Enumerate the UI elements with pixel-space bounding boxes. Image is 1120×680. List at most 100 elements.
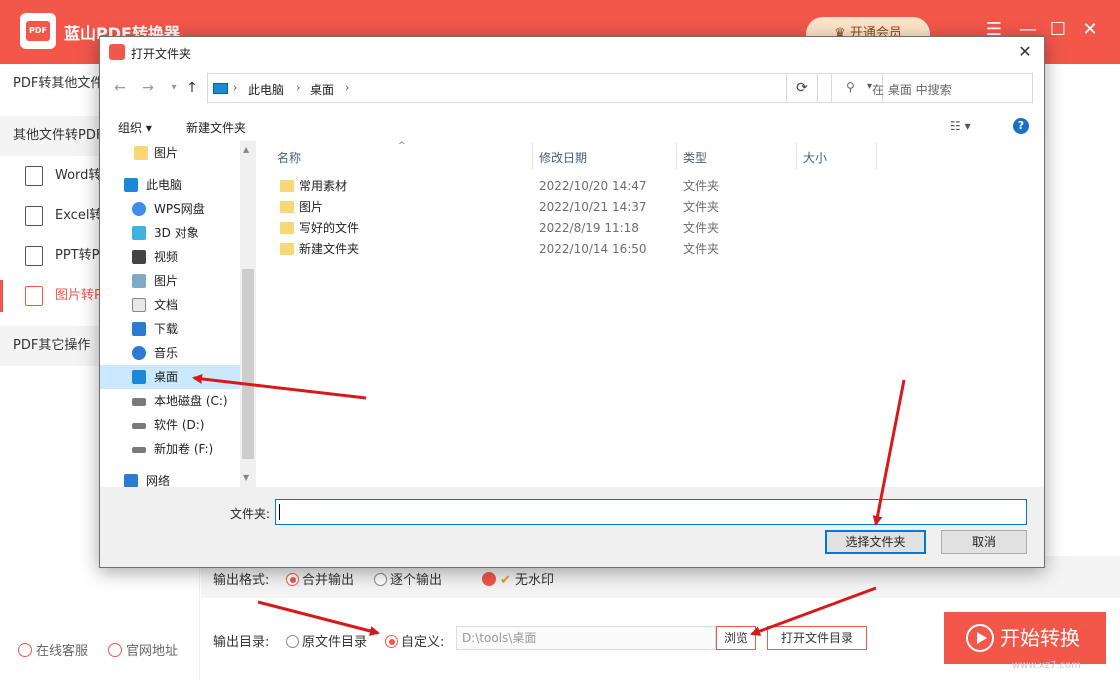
nav-item-drive-f[interactable]: 新加卷 (F:): [100, 437, 240, 461]
file-name: 新建文件夹: [299, 242, 360, 256]
download-icon: [132, 322, 146, 336]
original-dir-radio[interactable]: 原文件目录: [286, 631, 367, 650]
single-output-radio[interactable]: 逐个输出: [374, 569, 442, 588]
column-size[interactable]: 大小: [803, 149, 827, 166]
nav-item-desktop[interactable]: 桌面: [100, 365, 240, 389]
online-service-label: 在线客服: [36, 644, 89, 659]
radio-icon: [374, 573, 387, 586]
forward-arrow-icon[interactable]: →: [138, 79, 158, 97]
site-watermark: www.xz7.com: [1012, 660, 1081, 671]
online-service-link[interactable]: 在线客服: [18, 640, 88, 659]
video-icon: [132, 250, 146, 264]
scroll-down-icon[interactable]: ▼: [243, 473, 249, 482]
search-input[interactable]: ⚲ 在 桌面 中搜索: [831, 73, 1033, 103]
column-divider[interactable]: [676, 143, 677, 169]
website-label: 官网地址: [126, 644, 179, 659]
address-bar[interactable]: › 此电脑 › 桌面 › ▾: [207, 73, 883, 103]
file-name: 写好的文件: [299, 221, 360, 235]
nav-item-music[interactable]: 音乐: [100, 341, 240, 365]
column-divider[interactable]: [876, 143, 877, 169]
new-folder-button[interactable]: 新建文件夹: [186, 119, 246, 136]
select-folder-button[interactable]: 选择文件夹: [825, 530, 926, 554]
recent-dropdown-icon[interactable]: ▾: [164, 79, 184, 97]
nav-item-this-pc[interactable]: 此电脑: [100, 173, 240, 197]
help-icon[interactable]: ?: [1013, 118, 1029, 134]
nav-item-3d-objects[interactable]: 3D 对象: [100, 221, 240, 245]
drive-icon: [132, 398, 146, 406]
column-name[interactable]: 名称: [277, 149, 301, 166]
file-type: 文件夹: [683, 200, 720, 214]
nav-item-pictures[interactable]: 图片: [100, 269, 240, 293]
tick-icon: ✔: [500, 573, 516, 588]
scroll-up-icon[interactable]: ▲: [243, 145, 249, 154]
table-row[interactable]: 写好的文件 2022/8/19 11:18 文件夹: [258, 218, 1044, 239]
nav-item-wps-drive[interactable]: WPS网盘: [100, 197, 240, 221]
file-name: 图片: [299, 200, 324, 214]
headset-icon: [18, 643, 32, 657]
merge-output-label: 合并输出: [302, 573, 355, 588]
nav-item-drive-c[interactable]: 本地磁盘 (C:): [100, 389, 240, 413]
nav-item-label: 新加卷 (F:): [154, 442, 214, 456]
custom-dir-radio[interactable]: 自定义:: [385, 631, 444, 650]
nav-item-label: 图片: [154, 146, 179, 160]
start-convert-label: 开始转换: [1000, 626, 1080, 650]
view-options-icon[interactable]: ☷ ▾: [950, 119, 971, 133]
breadcrumb-this-pc[interactable]: 此电脑: [248, 81, 284, 98]
merge-output-radio[interactable]: 合并输出: [286, 569, 354, 588]
app-logo: PDF: [20, 13, 56, 49]
start-convert-button[interactable]: 开始转换: [944, 612, 1106, 664]
text-caret: [279, 504, 280, 520]
nav-item-downloads[interactable]: 下载: [100, 317, 240, 341]
folder-icon: [280, 180, 294, 192]
globe-icon: [108, 643, 122, 657]
scroll-thumb[interactable]: [242, 269, 254, 459]
nav-item-label: 下载: [154, 322, 179, 336]
radio-icon: [286, 635, 299, 648]
close-button[interactable]: ✕: [1080, 20, 1100, 40]
column-date[interactable]: 修改日期: [539, 149, 587, 166]
logo-text: PDF: [26, 21, 50, 41]
column-divider[interactable]: [796, 143, 797, 169]
maximize-button[interactable]: ☐: [1048, 20, 1068, 40]
no-watermark-checkbox[interactable]: ✔ 无水印: [482, 569, 554, 588]
dialog-close-button[interactable]: ✕: [1014, 41, 1036, 63]
open-dir-button[interactable]: 打开文件目录: [767, 626, 867, 650]
folder-input[interactable]: [275, 499, 1027, 525]
browse-button[interactable]: 浏览: [716, 626, 756, 650]
nav-item-label: 网络: [146, 474, 171, 487]
nav-item-network[interactable]: 网络: [100, 469, 240, 487]
column-type[interactable]: 类型: [683, 149, 707, 166]
table-row[interactable]: 图片 2022/10/21 14:37 文件夹: [258, 197, 1044, 218]
file-date: 2022/10/14 16:50: [539, 242, 647, 256]
cancel-button[interactable]: 取消: [941, 530, 1027, 554]
website-link[interactable]: 官网地址: [108, 640, 178, 659]
breadcrumb-desktop[interactable]: 桌面: [310, 81, 334, 98]
single-output-label: 逐个输出: [390, 573, 443, 588]
nav-item-label: WPS网盘: [154, 202, 205, 216]
back-arrow-icon[interactable]: ←: [110, 79, 130, 97]
nav-item-documents[interactable]: 文档: [100, 293, 240, 317]
nav-item-drive-d[interactable]: 软件 (D:): [100, 413, 240, 437]
organize-button[interactable]: 组织 ▾: [118, 119, 152, 136]
nav-scrollbar[interactable]: ▲ ▼: [240, 141, 256, 487]
desktop-icon: [132, 370, 146, 384]
table-row[interactable]: 新建文件夹 2022/10/14 16:50 文件夹: [258, 239, 1044, 260]
drive-icon: [132, 423, 146, 429]
document-icon: [132, 298, 146, 312]
nav-item-label: 桌面: [154, 370, 179, 384]
output-path-input[interactable]: D:\tools\桌面: [456, 626, 716, 650]
file-date: 2022/8/19 11:18: [539, 221, 639, 235]
table-row[interactable]: 常用素材 2022/10/20 14:47 文件夹: [258, 176, 1044, 197]
nav-item-pictures-top[interactable]: 图片: [100, 141, 240, 165]
nav-item-label: 此电脑: [146, 178, 183, 192]
file-date: 2022/10/20 14:47: [539, 179, 647, 193]
refresh-button[interactable]: ⟳: [786, 73, 818, 103]
chevron-right-icon: ›: [345, 81, 350, 94]
column-divider[interactable]: [532, 143, 533, 169]
folder-icon: [280, 222, 294, 234]
no-watermark-label: 无水印: [515, 573, 555, 588]
up-arrow-icon[interactable]: ↑: [182, 79, 202, 97]
check-icon: [482, 572, 496, 586]
nav-item-videos[interactable]: 视频: [100, 245, 240, 269]
custom-dir-label: 自定义:: [401, 635, 445, 650]
